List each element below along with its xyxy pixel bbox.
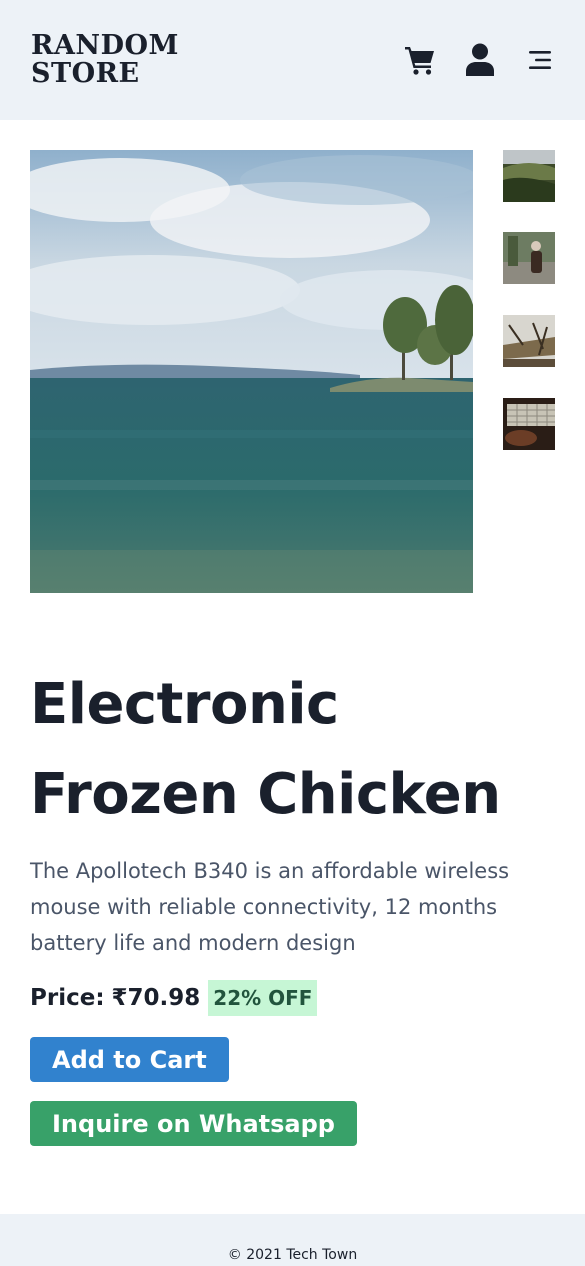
user-icon[interactable]: [465, 43, 495, 76]
cart-icon[interactable]: [404, 44, 436, 76]
price-label: Price:: [30, 985, 105, 1011]
add-to-cart-button[interactable]: Add to Cart: [30, 1037, 229, 1082]
product-main-image: [30, 150, 473, 593]
product-title: Electronic Frozen Chicken: [30, 672, 501, 827]
footer: © 2021 Tech Town: [0, 1214, 585, 1266]
thumbnail-3[interactable]: [503, 315, 555, 367]
thumbnail-4[interactable]: [503, 398, 555, 450]
price-value: ₹70.98: [111, 985, 201, 1011]
logo-line-1: RANDOM: [31, 30, 179, 61]
thumbnail-2[interactable]: [503, 232, 555, 284]
store-logo[interactable]: RANDOM STORE: [31, 32, 231, 88]
discount-badge: 22% OFF: [208, 980, 318, 1016]
menu-icon[interactable]: [527, 49, 553, 71]
inquire-whatsapp-button[interactable]: Inquire on Whatsapp: [30, 1101, 357, 1146]
thumbnail-1[interactable]: [503, 150, 555, 202]
header: RANDOM STORE: [0, 0, 585, 120]
price-row: Price: ₹70.98 22% OFF: [30, 980, 318, 1016]
copyright-text: © 2021 Tech Town: [227, 1247, 358, 1263]
logo-line-2: STORE: [31, 58, 140, 89]
product-description: The Apollotech B340 is an affordable wir…: [30, 859, 510, 955]
